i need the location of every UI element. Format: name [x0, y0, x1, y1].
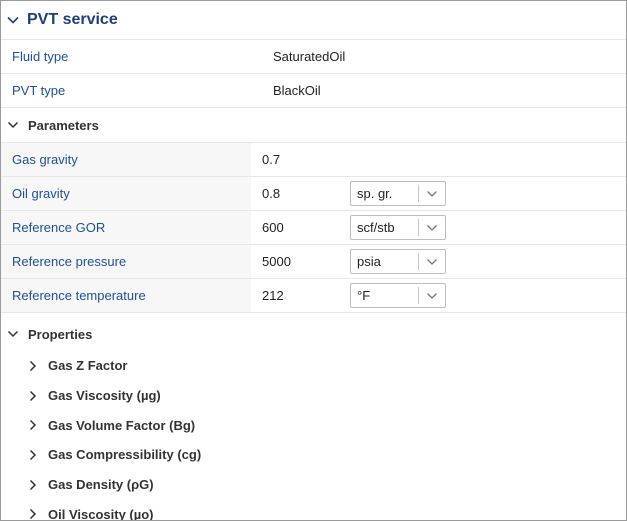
- gas-gravity-value[interactable]: 0.7: [251, 143, 350, 176]
- property-item-gas-compressibility[interactable]: Gas Compressibility (cg): [1, 440, 626, 470]
- gas-gravity-row: Gas gravity 0.7: [1, 142, 626, 177]
- property-label: Oil Viscosity (µo): [48, 506, 154, 521]
- reference-temperature-value[interactable]: 212: [251, 279, 350, 312]
- fluid-type-value: SaturatedOil: [273, 49, 346, 64]
- property-item-gas-viscosity[interactable]: Gas Viscosity (µg): [1, 381, 626, 411]
- chevron-down-icon[interactable]: [419, 255, 445, 269]
- property-item-oil-viscosity[interactable]: Oil Viscosity (µo): [1, 499, 626, 521]
- chevron-down-icon[interactable]: [419, 187, 445, 201]
- properties-section-header[interactable]: Properties: [1, 317, 626, 351]
- oil-gravity-value[interactable]: 0.8: [251, 177, 350, 210]
- fluid-type-row: Fluid type SaturatedOil: [1, 40, 626, 74]
- gas-gravity-label: Gas gravity: [1, 143, 251, 176]
- reference-temperature-unit-select[interactable]: °F: [350, 283, 446, 308]
- chevron-down-icon[interactable]: [5, 117, 21, 133]
- chevron-down-icon[interactable]: [419, 289, 445, 303]
- parameters-section-header[interactable]: Parameters: [1, 108, 626, 142]
- property-label: Gas Density (ρG): [48, 477, 154, 493]
- oil-gravity-unit-cell: sp. gr.: [350, 177, 626, 210]
- parameters-title: Parameters: [28, 117, 99, 133]
- oil-gravity-unit-value: sp. gr.: [357, 186, 393, 201]
- chevron-right-icon[interactable]: [25, 477, 41, 493]
- property-label: Gas Compressibility (cg): [48, 447, 202, 463]
- reference-gor-unit-cell: scf/stb: [350, 211, 626, 244]
- properties-title: Properties: [28, 326, 93, 342]
- reference-pressure-row: Reference pressure 5000 psia: [1, 245, 626, 279]
- reference-pressure-value[interactable]: 5000: [251, 245, 350, 278]
- pvt-type-label: PVT type: [12, 83, 66, 98]
- chevron-right-icon[interactable]: [25, 417, 41, 433]
- reference-temperature-row: Reference temperature 212 °F: [1, 279, 626, 313]
- chevron-right-icon[interactable]: [25, 388, 41, 404]
- reference-gor-unit-select[interactable]: scf/stb: [350, 215, 446, 240]
- reference-pressure-unit-select[interactable]: psia: [350, 249, 446, 274]
- property-item-gas-density[interactable]: Gas Density (ρG): [1, 470, 626, 500]
- oil-gravity-unit-select[interactable]: sp. gr.: [350, 181, 446, 206]
- pvt-type-row: PVT type BlackOil: [1, 74, 626, 108]
- reference-temperature-label: Reference temperature: [1, 279, 251, 312]
- panel-title: PVT service: [27, 11, 118, 28]
- chevron-down-icon[interactable]: [5, 12, 21, 28]
- chevron-right-icon[interactable]: [25, 358, 41, 374]
- property-item-gas-z-factor[interactable]: Gas Z Factor: [1, 351, 626, 381]
- reference-gor-unit-value: scf/stb: [357, 220, 395, 235]
- chevron-right-icon[interactable]: [25, 447, 41, 463]
- property-item-gas-volume-factor[interactable]: Gas Volume Factor (Bg): [1, 410, 626, 440]
- reference-pressure-label: Reference pressure: [1, 245, 251, 278]
- chevron-right-icon[interactable]: [25, 506, 41, 520]
- reference-gor-label: Reference GOR: [1, 211, 251, 244]
- pvt-service-panel: PVT service Fluid type SaturatedOil PVT …: [0, 0, 627, 521]
- panel-header[interactable]: PVT service: [1, 1, 626, 40]
- chevron-down-icon[interactable]: [419, 221, 445, 235]
- reference-gor-value[interactable]: 600: [251, 211, 350, 244]
- reference-temperature-unit-cell: °F: [350, 279, 626, 312]
- oil-gravity-label: Oil gravity: [1, 177, 251, 210]
- oil-gravity-row: Oil gravity 0.8 sp. gr.: [1, 177, 626, 211]
- reference-gor-row: Reference GOR 600 scf/stb: [1, 211, 626, 245]
- reference-pressure-unit-cell: psia: [350, 245, 626, 278]
- gas-gravity-unit-cell: [350, 143, 626, 176]
- property-label: Gas Z Factor: [48, 358, 128, 374]
- reference-temperature-unit-value: °F: [357, 288, 371, 303]
- reference-pressure-unit-value: psia: [357, 254, 381, 269]
- fluid-type-label: Fluid type: [12, 49, 69, 64]
- property-label: Gas Volume Factor (Bg): [48, 417, 196, 433]
- chevron-down-icon[interactable]: [5, 326, 21, 342]
- pvt-type-value: BlackOil: [273, 83, 321, 98]
- property-label: Gas Viscosity (µg): [48, 388, 161, 404]
